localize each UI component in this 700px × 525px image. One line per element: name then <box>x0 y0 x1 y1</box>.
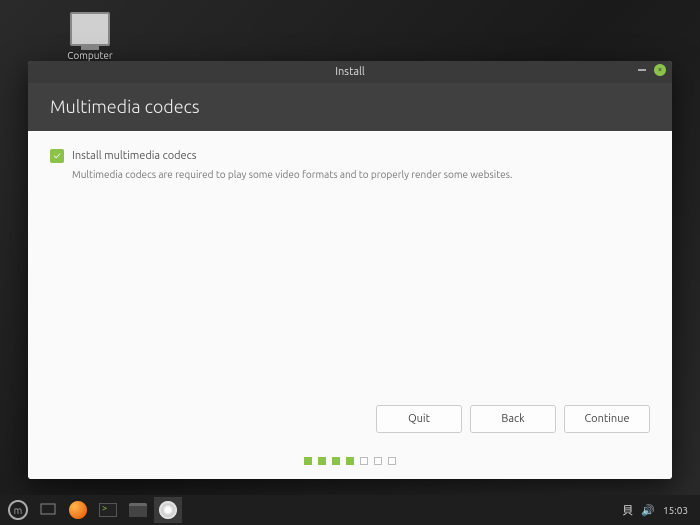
button-row: Quit Back Continue <box>376 405 650 433</box>
codec-option-row[interactable]: ✓ Install multimedia codecs <box>50 149 650 163</box>
checkbox-checked-icon[interactable]: ✓ <box>50 149 64 163</box>
window-title: Install <box>335 66 365 78</box>
network-icon[interactable]: ⾙ <box>622 502 633 518</box>
close-button[interactable]: × <box>654 64 666 76</box>
clock[interactable]: 15:03 <box>663 505 688 516</box>
volume-icon[interactable]: 🔊 <box>641 504 655 517</box>
page-content: ✓ Install multimedia codecs Multimedia c… <box>28 131 672 479</box>
terminal-icon <box>99 503 117 517</box>
taskbar-show-desktop[interactable] <box>34 497 62 523</box>
menu-button[interactable]: m <box>4 497 32 523</box>
progress-dot <box>318 457 326 465</box>
taskbar-installer[interactable] <box>154 497 182 523</box>
desktop-icon-computer[interactable]: Computer <box>58 12 122 61</box>
progress-dot <box>304 457 312 465</box>
progress-dot <box>388 457 396 465</box>
computer-icon <box>70 12 110 46</box>
page-header: Multimedia codecs <box>28 83 672 131</box>
codec-description: Multimedia codecs are required to play s… <box>72 169 650 180</box>
minimize-button[interactable] <box>638 69 646 71</box>
taskbar-terminal[interactable] <box>94 497 122 523</box>
desktop-icon <box>40 503 56 517</box>
continue-button[interactable]: Continue <box>564 405 650 433</box>
progress-dot <box>374 457 382 465</box>
disc-icon <box>159 501 177 519</box>
progress-dot <box>346 457 354 465</box>
mint-logo-icon: m <box>8 500 28 520</box>
system-tray: ⾙ 🔊 15:03 <box>622 502 696 518</box>
installer-window: Install × Multimedia codecs ✓ Install mu… <box>28 61 672 479</box>
taskbar-files[interactable] <box>124 497 152 523</box>
firefox-icon <box>69 501 87 519</box>
progress-dot <box>360 457 368 465</box>
page-title: Multimedia codecs <box>50 97 200 117</box>
taskbar-firefox[interactable] <box>64 497 92 523</box>
progress-indicator <box>28 457 672 465</box>
progress-dot <box>332 457 340 465</box>
taskbar: m ⾙ 🔊 15:03 <box>0 495 700 525</box>
window-controls: × <box>638 64 666 76</box>
checkbox-label: Install multimedia codecs <box>72 150 197 162</box>
desktop-icon-label: Computer <box>58 50 122 61</box>
files-icon <box>129 503 147 517</box>
quit-button[interactable]: Quit <box>376 405 462 433</box>
back-button[interactable]: Back <box>470 405 556 433</box>
window-titlebar[interactable]: Install × <box>28 61 672 83</box>
